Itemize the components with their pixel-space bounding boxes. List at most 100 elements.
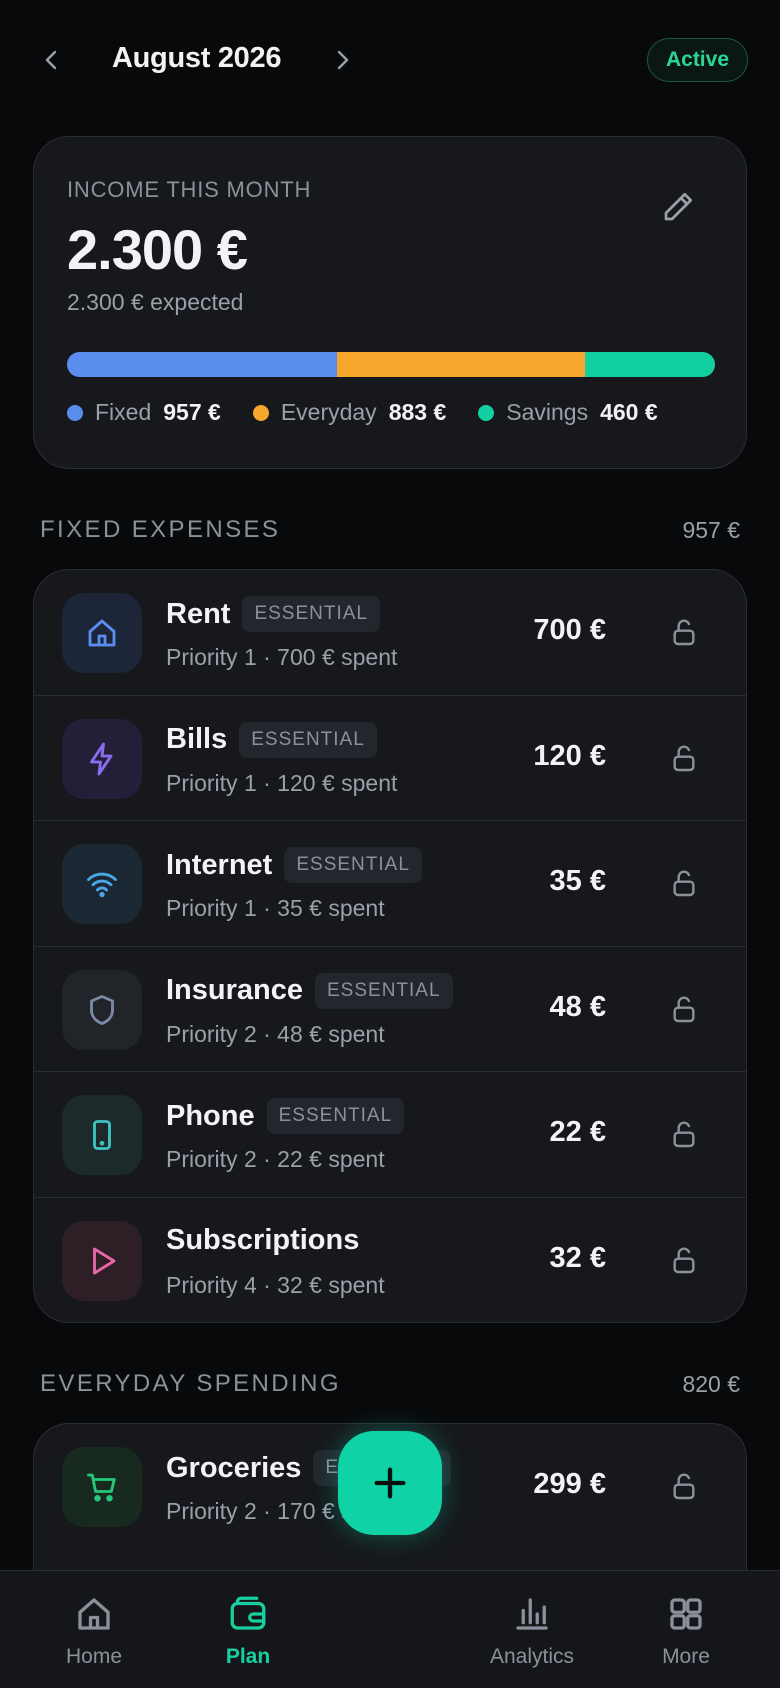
category-row-bills[interactable]: Bills ESSENTIAL Priority 1 · 120 € spent 12… [34,696,746,821]
unlock-button[interactable] [664,612,704,652]
section-total: 957 € [682,516,740,543]
fixed-section-header: FIXED EXPENSES 957 € [40,516,740,544]
essential-tag: ESSENTIAL [239,721,377,758]
edit-income-button[interactable] [660,189,700,229]
category-title: Rent ESSENTIAL [166,596,380,632]
next-month-button[interactable] [322,40,362,80]
section-title: FIXED EXPENSES [40,516,281,543]
tab-plan[interactable]: Plan [178,1593,318,1669]
category-amount: 35 € [549,865,606,897]
category-icon-tile [62,593,142,673]
allocation-legend: Fixed 957 € Everyday 883 € Savings 460 € [67,399,690,426]
category-amount: 700 € [533,614,606,646]
category-amount: 120 € [533,739,606,772]
legend-name: Savings [506,399,589,425]
section-total: 820 € [682,1370,740,1397]
unlock-button[interactable] [664,1240,704,1280]
category-row-phone[interactable]: Phone ESSENTIAL Priority 2 · 22 € spent 22 … [34,1072,746,1198]
legend-item-savings: Savings 460 € [478,399,658,426]
income-label: INCOME THIS MONTH [67,177,312,202]
unlock-button[interactable] [664,1114,704,1154]
tab-home[interactable]: Home [24,1593,164,1669]
unlock-button[interactable] [664,989,704,1029]
legend-name: Fixed [95,399,152,425]
month-title: August 2026 [112,42,282,74]
cart-icon [87,1473,116,1502]
category-icon-tile [62,844,142,924]
category-amount: 48 € [549,990,606,1023]
income-expected: 2.300 € expected [67,289,244,315]
unlock-button[interactable] [664,863,704,903]
category-row-rent[interactable]: Rent ESSENTIAL Priority 1 · 700 € spent 700… [34,570,746,696]
previous-month-button[interactable] [32,40,72,80]
tab-label: Analytics [489,1645,575,1668]
everyday-section-header: EVERYDAY SPENDING 820 € [40,1370,740,1398]
category-priority: Priority 4 · 32 € spent [166,1271,385,1298]
unlock-icon [673,745,695,771]
category-icon-tile [62,1095,142,1175]
legend-dot [67,404,83,421]
category-icon-tile [62,969,142,1050]
tab-more[interactable]: More [616,1593,756,1669]
category-priority: Priority 1 · 700 € spent [166,644,398,670]
category-name: Internet [166,848,273,881]
legend-name: Everyday [280,399,377,425]
fixed-expenses-list: Rent ESSENTIAL Priority 1 · 700 € spent 700… [33,569,747,1323]
legend-item-fixed: Fixed 957 € [67,399,221,426]
shield-icon [90,994,114,1025]
section-title: EVERYDAY SPENDING [40,1370,341,1397]
legend-dot [252,404,269,421]
allocation-bar [67,352,715,377]
allocation-segment-everyday [336,352,586,377]
tab-analytics[interactable]: Analytics [462,1593,602,1669]
category-title: Subscriptions [166,1224,359,1257]
category-priority: Priority 2 · 48 € spent [166,1020,385,1047]
legend-value: 460 € [600,399,658,425]
category-icon-tile [62,1447,142,1527]
unlock-icon [673,1121,695,1148]
category-name: Phone [166,1099,255,1132]
unlock-button[interactable] [664,738,704,778]
unlock-icon [673,870,695,897]
legend-item-everyday: Everyday 883 € [252,399,447,426]
unlock-icon [673,1247,695,1273]
chevron-left-icon [45,50,57,70]
category-title: Bills ESSENTIAL [166,721,377,758]
essential-tag: ESSENTIAL [284,847,422,883]
allocation-segment-fixed [67,352,337,377]
essential-tag: ESSENTIAL [266,1098,405,1134]
unlock-button[interactable] [664,1466,704,1506]
wifi-icon [87,872,117,898]
category-icon-tile [62,718,142,799]
category-amount: 32 € [549,1241,606,1274]
unlock-icon [673,619,695,646]
category-name: Insurance [166,974,303,1006]
essential-tag: ESSENTIAL [315,972,453,1009]
status-badge: Active [646,38,748,82]
category-priority: Priority 1 · 35 € spent [166,895,385,921]
income-amount: 2.300 € [67,218,248,281]
category-amount: 299 € [533,1468,606,1500]
category-name: Bills [166,723,228,755]
tab-label: Home [65,1645,123,1668]
essential-tag: ESSENTIAL [242,596,380,632]
income-card: INCOME THIS MONTH 2.300 € 2.300 € expect… [33,136,747,469]
category-name: Groceries [166,1451,302,1484]
category-row-insurance[interactable]: Insurance ESSENTIAL Priority 2 · 48 € spen… [34,947,746,1072]
tab-label: Plan [225,1645,271,1668]
wallet-icon [230,1596,266,1630]
bolt-icon [90,742,113,775]
bar-chart-icon [516,1598,548,1630]
category-icon-tile [62,1220,142,1301]
category-name: Subscriptions [166,1223,360,1256]
category-row-subscriptions[interactable]: Subscriptions Priority 4 · 32 € spent 32 € [34,1198,746,1323]
add-button[interactable] [338,1431,442,1535]
tab-label: More [662,1645,710,1668]
category-title: Insurance ESSENTIAL [166,972,453,1009]
home-icon [88,619,116,647]
plan-screen: August 2026 Active INCOME THIS MONTH 2.3… [0,0,780,1688]
unlock-icon [673,1473,695,1500]
legend-value: 883 € [388,399,447,425]
category-row-internet[interactable]: Internet ESSENTIAL Priority 1 · 35 € spent… [34,821,746,947]
legend-value: 957 € [163,399,221,425]
